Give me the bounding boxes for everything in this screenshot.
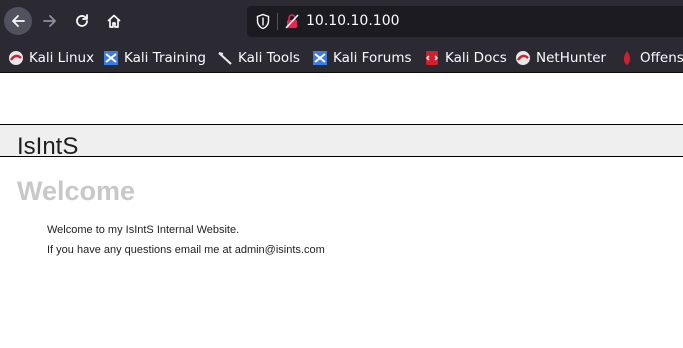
arrow-left-icon (12, 15, 25, 27)
bookmark-kali-linux[interactable]: Kali Linux (8, 49, 94, 67)
address-bar[interactable]: 10.10.10.100 (247, 6, 683, 37)
offensive-security-icon (624, 51, 630, 65)
bookmark-label: Kali Tools (238, 50, 300, 66)
kali-training-icon (104, 51, 118, 65)
bookmark-label: NetHunter (536, 50, 607, 66)
browser-toolbar: 10.10.10.100 (0, 0, 683, 44)
welcome-paragraph: Welcome to my IsIntS Internal Website. (47, 224, 240, 236)
forward-button[interactable] (36, 7, 64, 35)
bookmark-label: Kali Linux (29, 50, 95, 66)
bookmark-nethunter[interactable]: NetHunter (515, 49, 606, 67)
bookmark-label: Kali Forums (333, 50, 412, 66)
insecure-lock-icon[interactable] (284, 13, 300, 30)
bookmark-kali-forums[interactable]: Kali Forums (312, 49, 412, 67)
back-button[interactable] (4, 7, 32, 35)
site-name: IsIntS (17, 133, 79, 157)
kali-dragon-icon (9, 51, 23, 65)
kali-forums-icon (313, 51, 327, 65)
bookmark-kali-training[interactable]: Kali Training (103, 49, 206, 67)
tracking-protection-shield-icon[interactable] (255, 13, 271, 30)
kali-docs-icon (426, 51, 438, 65)
site-header: IsIntS (0, 124, 683, 157)
bookmark-label: Offens (640, 50, 683, 66)
bookmarks-toolbar: Kali Linux Kali Training Kali Tools Kali… (0, 44, 683, 73)
home-icon (107, 14, 121, 28)
home-button[interactable] (100, 7, 128, 35)
kali-tools-icon (218, 52, 232, 65)
bookmark-label: Kali Docs (445, 50, 507, 66)
page-title: Welcome (17, 176, 136, 206)
bookmark-offensive-security[interactable]: Offens (619, 49, 683, 67)
bookmark-label: Kali Training (124, 50, 206, 66)
urlbar-separator (277, 13, 278, 30)
bookmark-kali-docs[interactable]: Kali Docs (424, 49, 507, 67)
reload-button[interactable] (68, 7, 96, 35)
contact-paragraph: If you have any questions email me at ad… (47, 244, 325, 256)
bookmark-kali-tools[interactable]: Kali Tools (217, 49, 300, 67)
reload-icon (76, 14, 88, 27)
arrow-right-icon (43, 15, 56, 27)
url-text[interactable]: 10.10.10.100 (306, 13, 400, 30)
nethunter-icon (516, 51, 530, 65)
